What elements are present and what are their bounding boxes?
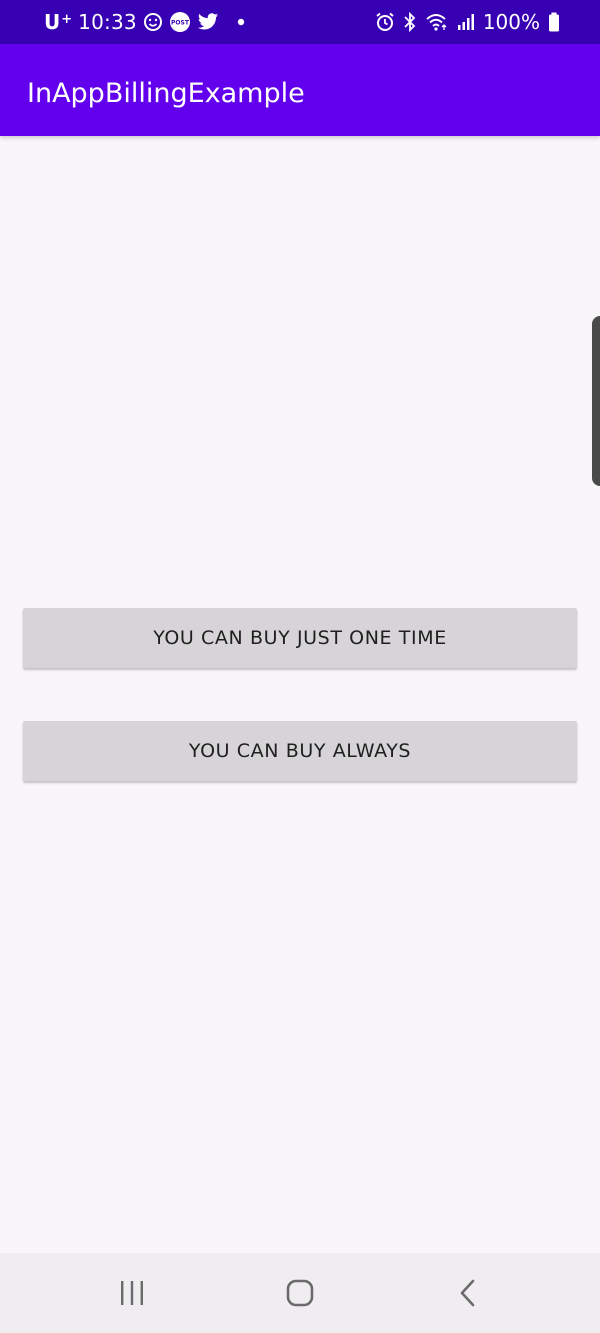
recents-icon[interactable]	[112, 1273, 152, 1313]
svg-text:POST: POST	[171, 20, 190, 27]
battery-icon	[548, 12, 560, 32]
buy-one-time-button[interactable]: YOU CAN BUY JUST ONE TIME	[23, 608, 577, 668]
bluetooth-icon	[403, 12, 417, 32]
app-bar: InAppBillingExample	[0, 44, 600, 136]
home-icon[interactable]	[280, 1273, 320, 1313]
carrier-label: U+	[44, 10, 73, 34]
buy-always-button[interactable]: YOU CAN BUY ALWAYS	[23, 721, 577, 781]
status-bar-left: U+ 10:33 POST	[44, 0, 245, 44]
dot-icon	[237, 18, 245, 26]
app-title: InAppBillingExample	[27, 78, 305, 109]
navigation-bar	[0, 1253, 600, 1333]
alarm-icon	[375, 12, 395, 32]
twitter-icon	[197, 12, 219, 32]
status-time: 10:33	[78, 10, 137, 34]
status-bar-right: 100%	[375, 0, 560, 44]
wifi-icon	[425, 12, 449, 32]
signal-icon	[457, 13, 475, 31]
battery-level: 100%	[482, 10, 540, 34]
status-bar: U+ 10:33 POST 100%	[0, 0, 600, 44]
post-icon: POST	[169, 11, 191, 33]
smiley-icon	[143, 12, 163, 32]
back-icon[interactable]	[448, 1273, 488, 1313]
edge-panel-handle[interactable]	[592, 316, 600, 486]
